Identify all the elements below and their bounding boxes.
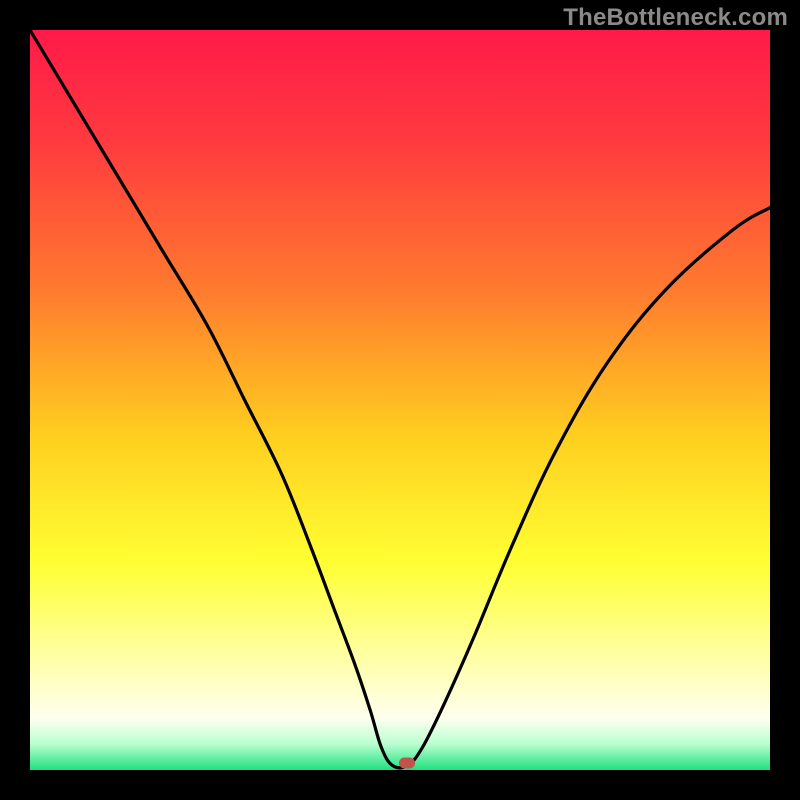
bottleneck-curve	[30, 30, 770, 770]
watermark-text: TheBottleneck.com	[563, 4, 788, 32]
plot-area	[30, 30, 770, 770]
chart-frame: TheBottleneck.com	[0, 0, 800, 800]
optimal-marker	[399, 757, 415, 768]
